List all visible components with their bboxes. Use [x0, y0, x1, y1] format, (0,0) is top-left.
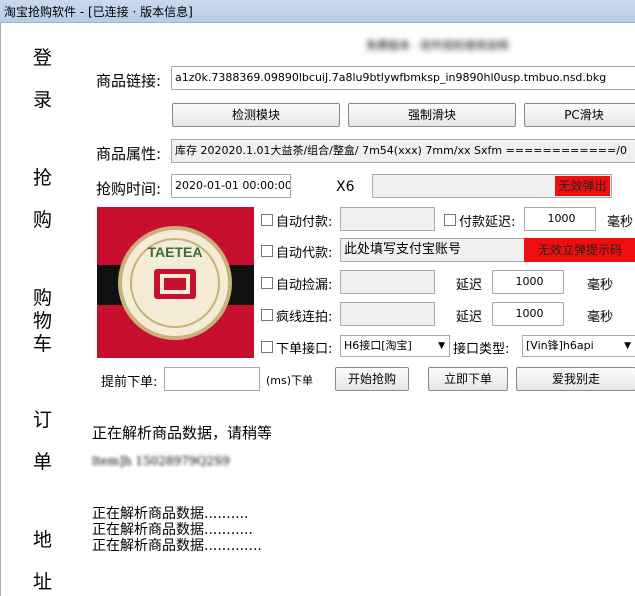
title-bar: 淘宝抢购软件 - [已连接 · 版本信息] — [0, 0, 635, 23]
product-attr-input[interactable]: 库存 202020.1.01大益茶/组合/整盒/ 7m54(xxx) 7mm/x… — [171, 139, 635, 163]
taetea-logo-icon: TAETEA — [118, 226, 232, 340]
nav-char-lu[interactable]: 录 — [33, 85, 52, 112]
alipay-account-input[interactable]: 此处填写支付宝账号 — [340, 238, 525, 262]
alipay-hint-red-label[interactable]: 无效立弹提示码 — [524, 238, 635, 262]
chevron-down-icon: ▼ — [624, 341, 631, 351]
pay-delay-label: 付款延迟: — [459, 215, 516, 230]
order-api-label: 下单接口: — [276, 342, 333, 357]
product-link-value: a1z0k.7388369.09890lbcuiJ.7a8lu9btlywfbm… — [175, 71, 607, 84]
pay-delay-input[interactable]: 1000 — [524, 207, 596, 231]
nav-char-di[interactable]: 地 — [33, 525, 52, 552]
auto-pay-input[interactable] — [340, 207, 435, 231]
crazy-shoot-checkbox[interactable] — [261, 309, 273, 321]
advance-order-unit: (ms)下单 — [266, 374, 314, 387]
order-api-checkbox[interactable] — [261, 341, 273, 353]
purchase-time-value: 2020-01-01 00:00:00 — [175, 179, 291, 192]
svg-text:TAETEA: TAETEA — [148, 244, 203, 260]
force-slider-button[interactable]: 强制滑块 — [348, 103, 516, 127]
nav-char-zhi[interactable]: 址 — [33, 567, 52, 594]
love-me-button[interactable]: 爱我别走 — [516, 367, 635, 391]
output-line-parsing: 正在解析商品数据，请稍等 — [92, 424, 273, 442]
nav-char-deng[interactable]: 登 — [33, 43, 52, 70]
popup-red-label[interactable]: 无效弹出 — [555, 176, 610, 196]
order-now-button[interactable]: 立即下单 — [428, 367, 508, 391]
multiplier-label: X6 — [336, 179, 355, 195]
auto-pick-label: 自动捡漏: — [276, 278, 333, 293]
nav-char-che[interactable]: 车 — [33, 329, 52, 356]
output-line-item: ltem]h 15028979Q2S9 — [92, 454, 230, 468]
auto-pay-label: 自动付款: — [276, 215, 333, 230]
product-logo: TAETEA — [97, 207, 254, 358]
pay-delay-ms-label: 毫秒 — [607, 215, 634, 230]
crazy-shoot-input[interactable] — [340, 302, 435, 326]
crazy-delay-input[interactable]: 1000 — [492, 302, 564, 326]
auto-proxy-checkbox[interactable] — [261, 245, 273, 257]
purchase-time-input[interactable]: 2020-01-01 00:00:00 — [171, 174, 291, 198]
crazy-shoot-label: 疯线连拍: — [276, 310, 333, 325]
product-attr-value: 库存 202020.1.01大益茶/组合/整盒/ 7m54(xxx) 7mm/x… — [175, 144, 627, 157]
advance-order-input[interactable] — [164, 367, 260, 391]
pick-delay-value: 1000 — [515, 275, 544, 288]
crazy-delay-value: 1000 — [515, 307, 544, 320]
nav-char-qiang[interactable]: 抢 — [33, 163, 52, 190]
pay-delay-checkbox[interactable] — [444, 214, 456, 226]
main-window: 登 录 抢 购 购 物 车 订 单 地 址 免费版本 · 软件授权使用说明 商品… — [0, 23, 635, 596]
pc-slider-button[interactable]: PC滑块 — [524, 103, 635, 127]
start-purchase-button[interactable]: 开始抢购 — [335, 367, 409, 391]
order-api-select[interactable]: H6接口[淘宝] ▼ — [340, 335, 450, 357]
product-link-label: 商品链接: — [96, 72, 162, 90]
pick-delay-ms-label: 毫秒 — [587, 278, 614, 293]
chevron-down-icon: ▼ — [438, 341, 445, 351]
auto-pay-checkbox[interactable] — [261, 214, 273, 226]
api-type-label: 接口类型: — [453, 342, 510, 357]
window-title: 淘宝抢购软件 - [已连接 · 版本信息] — [4, 5, 193, 19]
pay-delay-value: 1000 — [547, 212, 576, 225]
nav-char-dan[interactable]: 单 — [33, 447, 52, 474]
product-link-input[interactable]: a1z0k.7388369.09890lbcuiJ.7a8lu9btlywfbm… — [171, 66, 635, 90]
detect-module-button[interactable]: 检测模块 — [172, 103, 340, 127]
order-api-value: H6接口[淘宝] — [344, 339, 412, 352]
advance-order-label: 提前下单: — [101, 375, 158, 390]
output-line-3: 正在解析商品数据............. — [92, 538, 262, 554]
crazy-delay-ms-label: 毫秒 — [587, 310, 614, 325]
purchase-time-label: 抢购时间: — [96, 180, 162, 198]
pick-delay-input[interactable]: 1000 — [492, 270, 564, 294]
crazy-delay-label: 延迟 — [456, 310, 483, 325]
header-blurred-text: 免费版本 · 软件授权使用说明 — [366, 39, 509, 52]
product-attr-label: 商品属性: — [96, 145, 162, 163]
nav-char-gou[interactable]: 购 — [33, 205, 52, 232]
nav-char-ding[interactable]: 订 — [33, 405, 52, 432]
api-type-value: [Vin锋]h6api — [526, 339, 594, 352]
pick-delay-label: 延迟 — [456, 278, 483, 293]
auto-pick-input[interactable] — [340, 270, 435, 294]
alipay-account-text: 此处填写支付宝账号 — [344, 242, 462, 257]
auto-proxy-label: 自动代款: — [276, 246, 333, 261]
auto-pick-checkbox[interactable] — [261, 277, 273, 289]
api-type-select[interactable]: [Vin锋]h6api ▼ — [522, 335, 635, 357]
